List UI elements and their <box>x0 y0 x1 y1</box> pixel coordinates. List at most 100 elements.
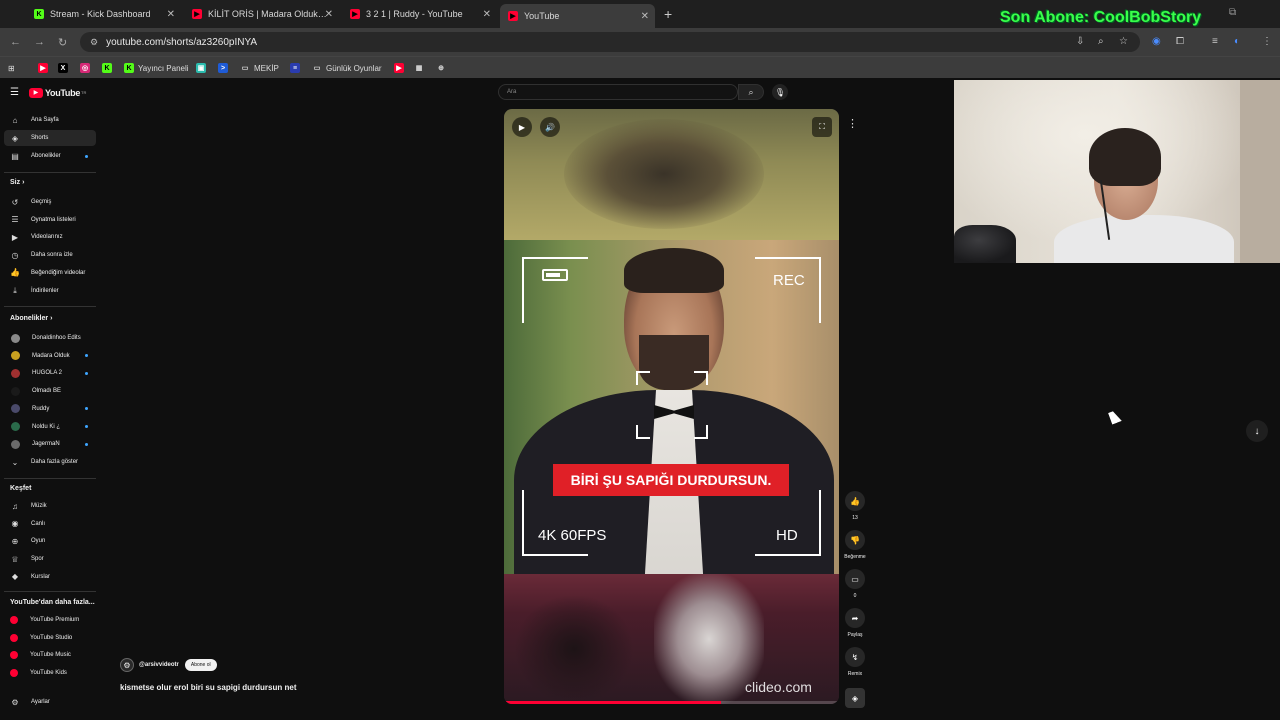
sidebar-item[interactable]: YouTube Studio <box>4 630 96 646</box>
bookmark-item[interactable]: K Yayıncı Paneli <box>124 61 189 75</box>
sidebar-section-heading[interactable]: Siz › <box>10 179 24 186</box>
sidebar-item[interactable]: ♕ Spor <box>4 551 96 567</box>
bookmark-item[interactable]: ▶ <box>38 61 52 75</box>
menu-icon[interactable]: ☰ <box>10 87 19 98</box>
bookmark-item[interactable]: X <box>58 61 72 75</box>
play-icon[interactable]: ▶ <box>512 117 532 137</box>
install-app-icon[interactable]: ⇩ <box>1076 36 1084 47</box>
bookmark-item[interactable]: > <box>218 61 232 75</box>
bookmark-star-icon[interactable]: ☆ <box>1119 36 1128 47</box>
bookmark-item[interactable]: ▶ <box>394 61 408 75</box>
browser-tab[interactable]: ▶ 3 2 1 | Ruddy - YouTube ✕ <box>342 4 497 24</box>
sidebar-section-heading[interactable]: YouTube'dan daha fazla... <box>10 599 95 606</box>
sidebar-item[interactable]: ◈ Shorts <box>4 130 96 146</box>
bookmark-item[interactable]: K <box>102 61 116 75</box>
bookmark-item[interactable]: ▣ <box>196 61 210 75</box>
bookmark-item[interactable]: ≡ <box>290 61 304 75</box>
browser-menu-icon[interactable]: ⋮ <box>1262 36 1272 47</box>
zoom-icon[interactable]: ⌕ <box>1098 36 1104 47</box>
subscribe-button[interactable]: Abone ol <box>184 659 217 671</box>
sidebar-item-label: JagermaN <box>32 441 60 448</box>
dislike-button[interactable]: 👎 Beğenme <box>842 530 868 560</box>
restore-icon[interactable]: ⧉ <box>1229 7 1236 18</box>
bookmark-item[interactable]: ▭ Günlük Oyunlar <box>312 61 382 75</box>
profile-avatar[interactable]: ◐ <box>1234 36 1240 47</box>
channel-name[interactable]: @arsivvideotr <box>139 662 179 668</box>
globe-icon: ⊕ <box>436 63 446 73</box>
sidebar-item-label: YouTube Studio <box>30 634 73 641</box>
back-icon[interactable]: ← <box>10 36 21 48</box>
sidebar-item[interactable]: HUGOLA 2 <box>4 365 96 381</box>
sidebar-item[interactable]: ▤ Abonelikler <box>4 148 96 164</box>
comment-button[interactable]: ▭ 0 <box>842 569 868 599</box>
sidebar-item[interactable]: ◆ Kurslar <box>4 569 96 585</box>
shorts-video-player[interactable]: REC 4K 60FPS HD BİRİ ŞU SAPIĞI DURDURSUN… <box>504 109 839 704</box>
sidebar-item[interactable]: Noldu Ki ¿ <box>4 419 96 435</box>
sidebar-item[interactable]: ⌄ Daha fazla göster <box>4 454 96 470</box>
close-tab-icon[interactable]: ✕ <box>641 11 649 22</box>
sidebar-item[interactable]: ♫ Müzik <box>4 498 96 514</box>
media-controls-icon[interactable]: ≡ <box>1212 36 1218 47</box>
browser-tab[interactable]: ▶ KİLİT ORİS | Madara Olduk #57...✕ <box>184 4 339 24</box>
sidebar-item[interactable]: YouTube Premium <box>4 612 96 628</box>
sidebar-item[interactable]: Donaldinhoo Edits <box>4 330 96 346</box>
sidebar-section-heading[interactable]: Abonelikler › <box>10 315 52 322</box>
sidebar-item[interactable]: ◉ Canlı <box>4 516 96 532</box>
search-input[interactable]: Ara <box>498 84 738 100</box>
close-tab-icon[interactable]: ✕ <box>483 9 491 20</box>
sidebar-item[interactable]: ↺ Geçmiş <box>4 194 96 210</box>
share-icon: ➦ <box>845 608 865 628</box>
volume-icon[interactable]: 🔊 <box>540 117 560 137</box>
extensions-puzzle-icon[interactable]: ⧠ <box>1176 36 1184 47</box>
sidebar-item[interactable]: Ruddy <box>4 401 96 417</box>
sidebar-item[interactable]: ⌂ Ana Sayfa <box>4 112 96 128</box>
address-bar[interactable]: ⚙ youtube.com/shorts/az3260pINYA <box>80 32 1140 52</box>
chevron-right-icon: › <box>48 315 53 322</box>
channel-avatar[interactable]: ⚙ <box>120 658 134 672</box>
sidebar-item[interactable]: ▶ Videolarınız <box>4 229 96 245</box>
extension-icon[interactable]: ◉ <box>1152 36 1161 47</box>
sidebar-item[interactable]: ◷ Daha sonra izle <box>4 247 96 263</box>
sidebar-item[interactable]: ⤓ İndirilenler <box>4 283 96 299</box>
sidebar-item[interactable]: JagermaN <box>4 436 96 452</box>
channel-avatar <box>11 439 20 449</box>
youtube-logo[interactable]: ☰ ▶ YouTube TR <box>10 87 86 98</box>
channel-avatar <box>11 368 20 378</box>
sidebar-item[interactable]: Madara Olduk <box>4 348 96 364</box>
apps-grid-icon[interactable]: ⊞ <box>8 61 15 75</box>
next-video-button[interactable]: ↓ <box>1246 420 1268 442</box>
voice-search-icon[interactable]: 🎙 <box>772 84 788 100</box>
sound-source-button[interactable]: ◈ <box>842 688 868 708</box>
sidebar-section-heading[interactable]: Keşfet <box>10 485 31 492</box>
reload-icon[interactable]: ↻ <box>58 36 67 49</box>
forward-icon[interactable]: → <box>34 36 45 48</box>
like-button[interactable]: 👍 13 <box>842 491 868 521</box>
sidebar-item[interactable]: ☰ Oynatma listeleri <box>4 212 96 228</box>
bookmark-item[interactable]: ▭ MEKİP <box>240 61 279 75</box>
share-button[interactable]: ➦ Paylaş <box>842 608 868 638</box>
more-options-icon[interactable]: ⋮ <box>847 117 858 130</box>
video-title[interactable]: kismetse olur erol biri su sapigi durdur… <box>120 683 296 692</box>
browser-tab[interactable]: ▶ YouTube ✕ <box>500 4 655 28</box>
fullscreen-icon[interactable]: ⛶ <box>812 117 832 137</box>
remix-button[interactable]: ↯ Remix <box>842 647 868 677</box>
sidebar-item[interactable]: 👍 Beğendiğim videolar <box>4 265 96 281</box>
sidebar-item[interactable]: YouTube Kids <box>4 665 96 681</box>
close-tab-icon[interactable]: ✕ <box>167 9 175 20</box>
video-progress-bar[interactable] <box>506 701 837 704</box>
site-info-icon[interactable]: ⚙ <box>90 37 98 48</box>
settings-icon: ⚙ <box>11 697 19 707</box>
sidebar-item[interactable]: ⚙ Ayarlar <box>4 694 96 710</box>
sidebar-item[interactable]: Olmadı BE <box>4 383 96 399</box>
section-title: Abonelikler <box>10 315 49 322</box>
sidebar-item[interactable]: ⊕ Oyun <box>4 533 96 549</box>
bookmark-item[interactable]: ▦ <box>414 61 428 75</box>
browser-tab[interactable]: K Stream - Kick Dashboard ✕ <box>26 4 181 24</box>
bookmark-item[interactable]: ⊕ <box>436 61 450 75</box>
section-title: Siz <box>10 179 21 186</box>
bookmark-item[interactable]: ◎ <box>80 61 94 75</box>
sidebar-item[interactable]: YouTube Music <box>4 647 96 663</box>
new-tab-button[interactable]: + <box>664 6 672 22</box>
search-icon[interactable]: ⌕ <box>738 84 764 100</box>
close-tab-icon[interactable]: ✕ <box>325 9 333 20</box>
